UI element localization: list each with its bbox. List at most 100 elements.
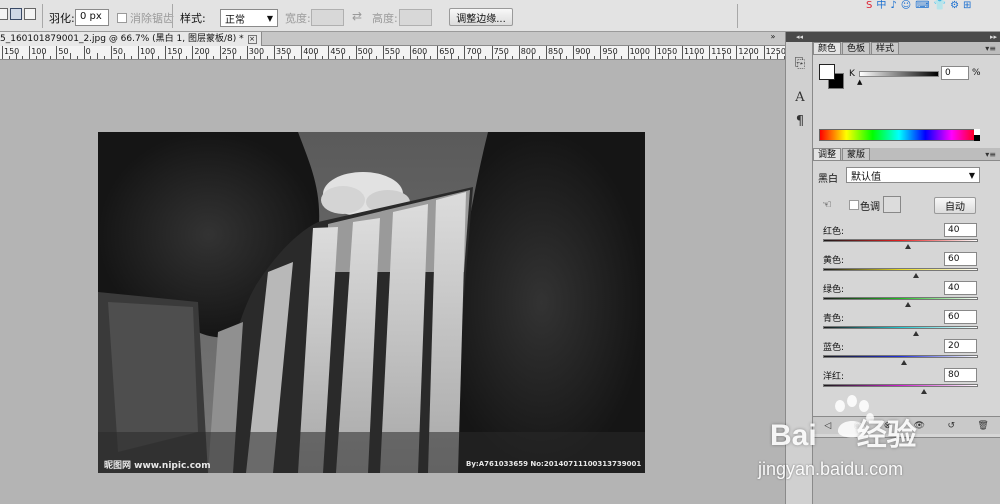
ruler-major-tick — [709, 46, 711, 59]
waterfall-image — [98, 132, 645, 473]
panel-header: ▸▸ — [813, 32, 1000, 42]
color-spectrum-bar[interactable] — [819, 129, 979, 141]
ruler-label: 1050 — [656, 47, 678, 56]
ruler-minor-tick — [131, 56, 133, 59]
collapse-panels-icon[interactable]: ▸▸ — [990, 32, 997, 42]
slider-thumb[interactable] — [905, 244, 912, 249]
swap-icon[interactable]: ⇄ — [352, 9, 362, 23]
tint-color-swatch[interactable] — [883, 196, 901, 213]
ruler-label: 1150 — [711, 47, 732, 56]
slider-thumb[interactable] — [913, 331, 919, 336]
ruler-minor-tick — [206, 53, 207, 59]
waterfall-photo[interactable]: 昵图网 www.nipic.com By:A761033659 No:20140… — [98, 132, 645, 473]
document-title: 5_160101879001_2.jpg @ 66.7% (黑白 1, 图层蒙板… — [0, 34, 244, 44]
new-selection-icon[interactable] — [0, 8, 8, 20]
style-select[interactable]: 正常 ▼ — [220, 9, 278, 27]
slider-track[interactable] — [823, 384, 978, 387]
subtract-selection-icon[interactable] — [24, 8, 36, 20]
sogou-icon[interactable]: S — [866, 0, 872, 12]
slider-thumb[interactable] — [913, 273, 919, 278]
settings-icon[interactable]: ⚙ — [950, 0, 959, 12]
slider-track[interactable] — [823, 355, 978, 358]
ruler-minor-tick — [287, 53, 289, 59]
document-tab[interactable]: 5_160101879001_2.jpg @ 66.7% (黑白 1, 图层蒙板… — [0, 32, 262, 46]
targeted-adjustment-hand-icon[interactable]: ☜ — [822, 198, 832, 211]
ruler-label: 800 — [520, 47, 537, 56]
ruler-label: 950 — [602, 47, 618, 56]
close-icon[interactable]: × — [247, 34, 257, 44]
feather-input[interactable]: 0 px — [75, 9, 109, 26]
antialias-checkbox[interactable]: 消除锯齿 — [117, 10, 174, 26]
trash-icon[interactable]: 🗑 — [977, 421, 988, 431]
slider-value-input[interactable]: 40 — [944, 281, 977, 295]
refine-edge-button[interactable]: 调整边缘... — [449, 8, 513, 26]
adjustments-panel-menu-icon[interactable]: ▾≡ — [985, 150, 996, 159]
collapse-icon[interactable]: ◂◂ — [786, 32, 813, 42]
slider-value-input[interactable]: 20 — [944, 339, 977, 353]
ruler-minor-tick — [76, 56, 78, 59]
k-slider-thumb[interactable]: ▲ — [857, 78, 862, 86]
ruler-minor-tick — [620, 56, 622, 59]
k-value-input[interactable]: 0 — [941, 66, 969, 80]
ruler-major-tick — [29, 46, 31, 59]
slider-label: 绿色: — [823, 285, 845, 295]
reset-icon[interactable]: ↺ — [947, 421, 955, 431]
toolbox-icon[interactable]: ⊞ — [963, 0, 971, 12]
canvas-area[interactable]: 昵图网 www.nipic.com By:A761033659 No:20140… — [0, 60, 785, 504]
tab-adjustments[interactable]: 调整 — [813, 148, 842, 160]
ruler-minor-tick — [267, 56, 269, 59]
punctuation-icon[interactable]: ♪ — [890, 0, 896, 12]
history-icon[interactable]: ⎘ — [790, 54, 810, 72]
tab-swatches[interactable]: 色板 — [842, 42, 871, 54]
tab-styles[interactable]: 样式 — [871, 42, 900, 54]
slider-value-input[interactable]: 60 — [944, 310, 977, 324]
k-slider[interactable] — [859, 71, 939, 77]
chinese-mode-icon[interactable]: 中 — [876, 0, 886, 12]
width-input[interactable] — [311, 9, 344, 26]
height-input[interactable] — [399, 9, 432, 26]
ruler-minor-tick — [614, 53, 615, 59]
slider-thumb[interactable] — [900, 360, 907, 365]
ruler-major-tick — [192, 46, 194, 59]
ruler-minor-tick — [15, 53, 17, 59]
keyboard-icon[interactable]: ⌨ — [915, 0, 929, 12]
ruler-minor-tick — [716, 56, 717, 59]
slider-value-input[interactable]: 60 — [944, 252, 977, 266]
ruler-minor-tick — [457, 56, 459, 59]
paragraph-icon[interactable]: ¶ — [790, 112, 810, 130]
tab-masks[interactable]: 蒙版 — [842, 148, 871, 160]
tabs-overflow-icon[interactable]: » — [761, 32, 785, 46]
slider-track[interactable] — [823, 297, 978, 300]
preset-select[interactable]: 默认值 ▼ — [846, 167, 980, 183]
chevron-down-icon: ▼ — [266, 13, 273, 23]
ruler-label: 1250 — [765, 47, 785, 56]
emoji-icon[interactable]: ☺ — [901, 0, 911, 12]
ruler-label: 0 — [85, 47, 91, 56]
skin-icon[interactable]: 👕 — [934, 0, 946, 12]
k-percent-label: % — [972, 68, 981, 78]
tint-checkbox[interactable] — [849, 200, 859, 210]
character-icon[interactable]: A — [790, 88, 810, 106]
foreground-color-swatch[interactable] — [819, 64, 835, 80]
slider-track[interactable] — [823, 239, 978, 242]
checkbox-box[interactable] — [117, 13, 127, 23]
ruler-minor-tick — [348, 56, 350, 59]
slider-track[interactable] — [823, 268, 978, 271]
ruler-minor-tick — [525, 56, 527, 59]
slider-track[interactable] — [823, 326, 978, 329]
ruler-major-tick — [600, 46, 602, 59]
slider-thumb[interactable] — [920, 389, 927, 394]
slider-value-input[interactable]: 40 — [944, 223, 977, 237]
color-panel-menu-icon[interactable]: ▾≡ — [985, 44, 996, 53]
slider-thumb[interactable] — [905, 302, 912, 307]
slider-value-input[interactable]: 80 — [944, 368, 977, 382]
auto-button[interactable]: 自动 — [934, 197, 976, 214]
black-white-chip[interactable] — [974, 129, 980, 141]
ruler-label: 750 — [493, 47, 509, 56]
add-to-selection-icon[interactable] — [10, 8, 22, 20]
k-channel-label: K — [849, 69, 855, 79]
ruler-major-tick — [627, 46, 629, 59]
ruler-minor-tick — [151, 53, 153, 59]
ruler-minor-tick — [376, 56, 377, 59]
tab-color[interactable]: 颜色 — [813, 42, 842, 54]
